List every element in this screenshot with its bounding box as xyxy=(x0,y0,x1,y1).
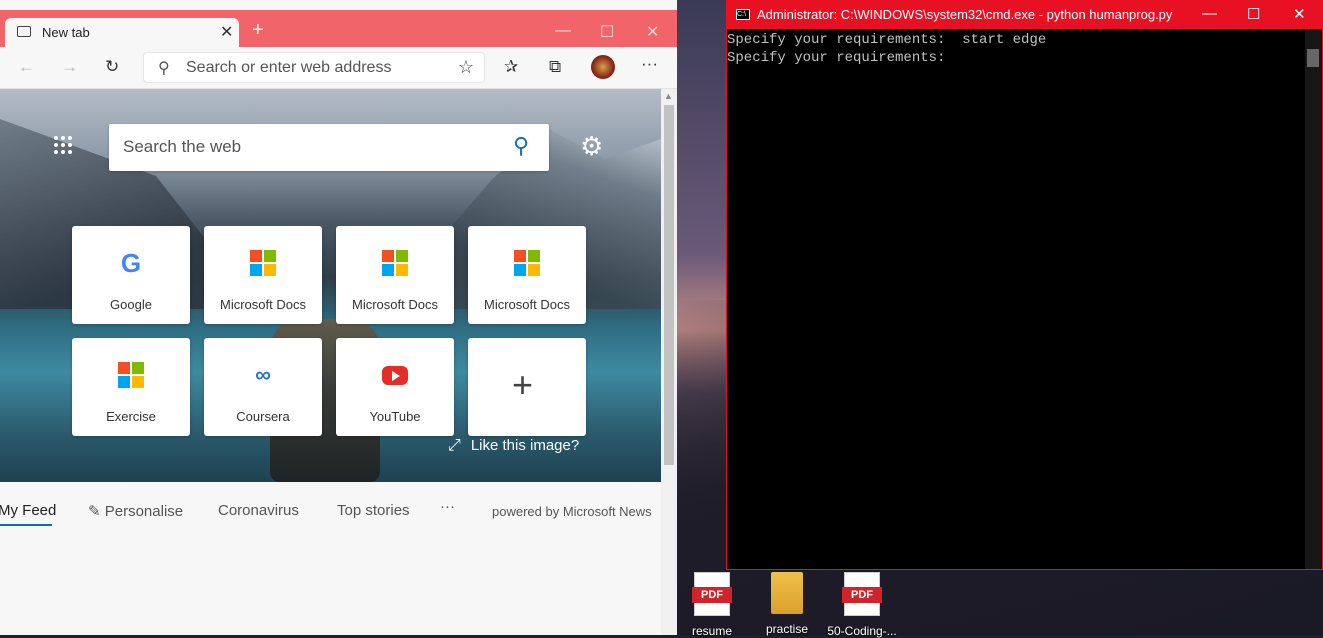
apps-launcher-icon[interactable] xyxy=(54,136,74,156)
collections-icon[interactable]: ⧉ xyxy=(549,57,561,77)
quick-link-tile[interactable]: G Google xyxy=(72,226,190,324)
tab-page-icon xyxy=(17,26,31,37)
coursera-icon: ∞ xyxy=(255,362,271,387)
pdf-badge: PDF xyxy=(692,587,732,603)
powered-by-label: powered by Microsoft News xyxy=(492,504,652,519)
cmd-line: Specify your requirements: start edge xyxy=(727,32,1047,48)
tab-title: New tab xyxy=(42,25,90,40)
browser-toolbar: ← → ↻ ⚲ Search or enter web address ☆ ✰ … xyxy=(0,48,677,89)
tab-close-icon[interactable]: ✕ xyxy=(220,22,233,42)
cmd-window: C:\ Administrator: C:\WINDOWS\system32\c… xyxy=(726,0,1323,570)
quick-link-tile[interactable]: Microsoft Docs xyxy=(336,226,454,324)
expand-icon: ⤢ xyxy=(448,437,461,454)
tab-personalise[interactable]: ✎ Personalise xyxy=(88,502,183,520)
refresh-icon[interactable]: ↻ xyxy=(105,57,119,77)
maximize-icon[interactable]: ☐ xyxy=(1247,5,1260,23)
cmd-output[interactable]: Specify your requirements: start edge Spe… xyxy=(727,31,1046,67)
like-image-link[interactable]: ⤢ Like this image? xyxy=(448,437,579,455)
desktop-icon-label: 50-Coding-... xyxy=(827,624,897,638)
search-icon: ⚲ xyxy=(158,60,170,77)
pdf-file-icon: PDF xyxy=(692,572,732,616)
quick-link-tile[interactable]: Exercise xyxy=(72,338,190,436)
cmd-scrollbar-thumb[interactable] xyxy=(1307,49,1319,67)
new-tab-button[interactable]: + xyxy=(252,19,264,42)
pdf-badge: PDF xyxy=(842,587,882,603)
tile-label: Google xyxy=(110,297,152,312)
more-options-icon[interactable]: ··· xyxy=(641,54,658,74)
forward-icon[interactable]: → xyxy=(61,57,78,77)
microsoft-icon xyxy=(250,250,276,276)
cmd-title: Administrator: C:\WINDOWS\system32\cmd.e… xyxy=(757,7,1173,22)
feed-more-icon[interactable]: ··· xyxy=(440,498,455,515)
tab-coronavirus[interactable]: Coronavirus xyxy=(218,502,299,519)
tab-my-feed[interactable]: My Feed xyxy=(0,502,56,519)
quick-link-tile[interactable]: YouTube xyxy=(336,338,454,436)
favorite-star-icon[interactable]: ☆ xyxy=(458,57,474,78)
close-icon[interactable]: ✕ xyxy=(646,22,659,42)
google-icon: G xyxy=(120,248,142,278)
news-feed-bar: My Feed ✎ Personalise Coronavirus Top st… xyxy=(0,482,661,528)
new-tab-page: Search the web ⚲ ⚙ G Google Microsoft Do… xyxy=(0,89,661,635)
web-search-box[interactable]: Search the web ⚲ xyxy=(109,124,549,171)
search-icon[interactable]: ⚲ xyxy=(513,133,529,159)
desktop-icon-label: practise xyxy=(765,622,809,636)
quick-link-tile[interactable]: Microsoft Docs xyxy=(468,226,586,324)
like-image-text: Like this image? xyxy=(470,437,580,454)
page-scrollbar[interactable]: ▲ xyxy=(661,89,677,635)
favorites-icon[interactable]: ✰ xyxy=(504,57,518,77)
tab-top-stories[interactable]: Top stories xyxy=(337,502,410,519)
quick-link-tile[interactable]: Microsoft Docs xyxy=(204,226,322,324)
microsoft-icon xyxy=(514,250,540,276)
minimize-icon[interactable]: — xyxy=(1202,5,1217,22)
tile-label: Microsoft Docs xyxy=(220,297,306,312)
pdf-file-icon: PDF xyxy=(842,572,882,616)
cmd-icon: C:\ xyxy=(736,9,750,20)
desktop-icon-coding[interactable]: PDF 50-Coding-... xyxy=(827,572,897,638)
tile-label: Microsoft Docs xyxy=(484,297,570,312)
tile-label: Coursera xyxy=(236,409,290,424)
address-placeholder: Search or enter web address xyxy=(186,59,392,76)
tile-label: Exercise xyxy=(106,409,156,424)
quick-link-tile[interactable]: ∞ Coursera xyxy=(204,338,322,436)
cmd-line: Specify your requirements: xyxy=(727,50,954,66)
plus-icon: + xyxy=(512,364,534,405)
cmd-scrollbar[interactable] xyxy=(1305,29,1321,569)
minimize-icon[interactable]: — xyxy=(555,22,571,40)
edge-window: — ☐ ✕ New tab ✕ + ← → ↻ ⚲ Search or ente… xyxy=(0,0,677,635)
desktop-icon-practise[interactable]: practise xyxy=(752,572,822,636)
desktop-icon-resume[interactable]: PDF resume xyxy=(677,572,747,638)
scroll-up-icon[interactable]: ▲ xyxy=(664,91,673,101)
gear-icon[interactable]: ⚙ xyxy=(580,131,603,162)
back-icon[interactable]: ← xyxy=(18,57,35,77)
add-quick-link-tile[interactable]: + xyxy=(468,338,586,436)
tab-new-tab[interactable]: New tab ✕ xyxy=(5,18,239,48)
active-tab-underline xyxy=(0,524,52,526)
scrollbar-thumb[interactable] xyxy=(664,105,674,465)
tile-label: YouTube xyxy=(369,409,421,424)
tile-label: Microsoft Docs xyxy=(352,297,438,312)
cmd-titlebar: C:\ Administrator: C:\WINDOWS\system32\c… xyxy=(727,1,1323,29)
address-bar[interactable]: ⚲ Search or enter web address ☆ xyxy=(143,52,485,83)
profile-avatar[interactable] xyxy=(591,55,615,79)
close-icon[interactable]: ✕ xyxy=(1293,5,1306,23)
desktop-icon-label: resume xyxy=(691,624,732,638)
maximize-icon[interactable]: ☐ xyxy=(600,22,614,42)
microsoft-icon xyxy=(382,250,408,276)
web-search-placeholder: Search the web xyxy=(123,137,242,156)
tab-personalise-label: Personalise xyxy=(104,503,184,520)
background-image: Search the web ⚲ ⚙ G Google Microsoft Do… xyxy=(0,89,661,482)
youtube-icon xyxy=(382,366,408,385)
microsoft-icon xyxy=(118,362,144,388)
pencil-icon: ✎ xyxy=(88,503,105,520)
folder-icon xyxy=(771,572,803,614)
